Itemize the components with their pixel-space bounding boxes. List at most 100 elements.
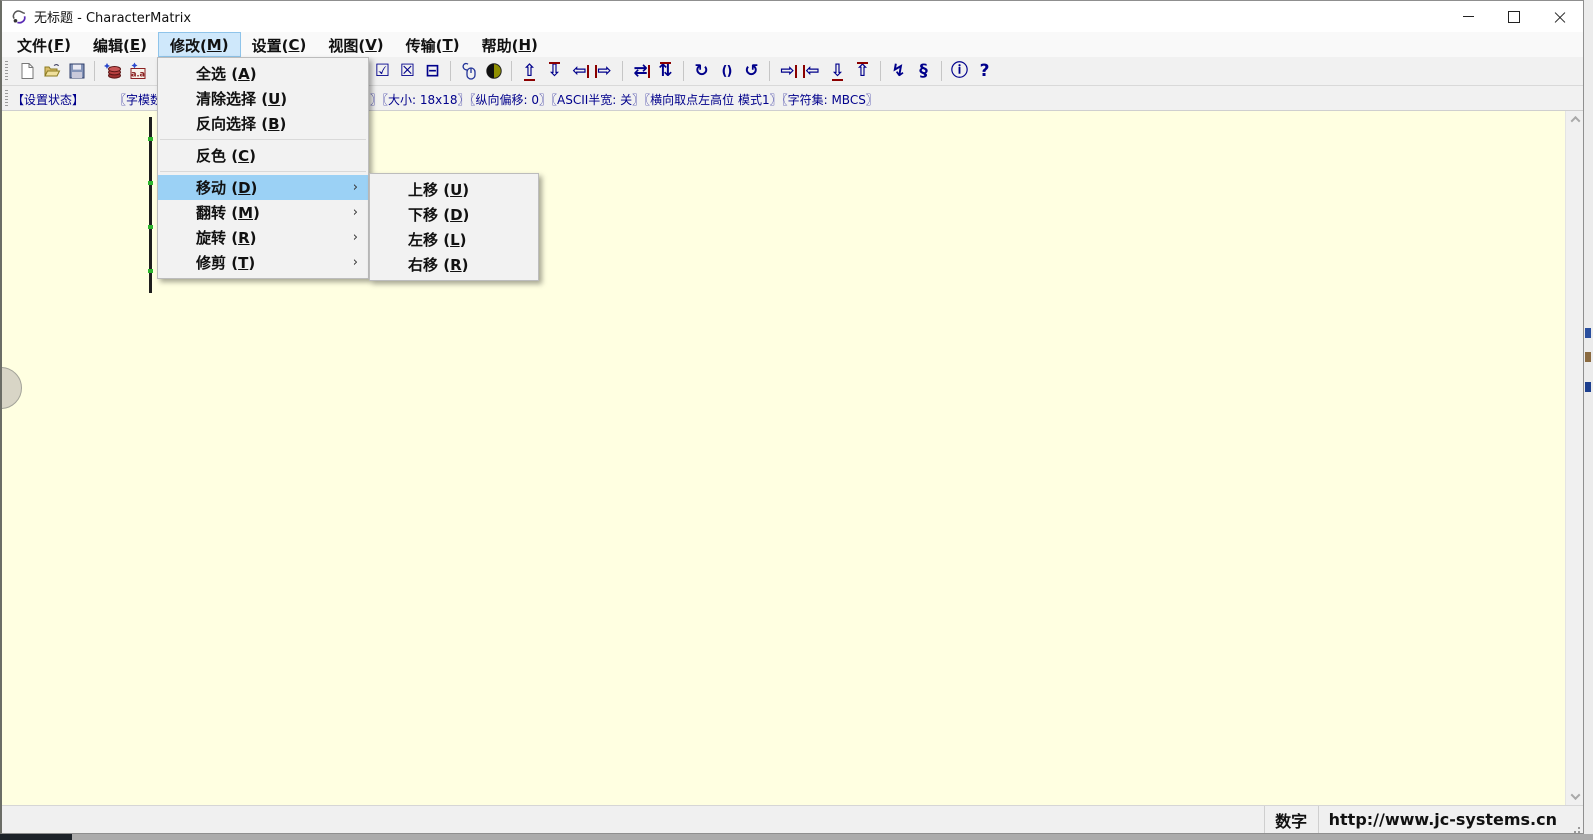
title-bar: 无标题 - CharacterMatrix — [2, 1, 1583, 32]
select-all-icon[interactable]: ☑ — [370, 60, 395, 83]
new-file-icon[interactable] — [14, 60, 39, 83]
toolbar-separator — [880, 61, 881, 81]
help-icon[interactable]: ? — [972, 60, 997, 83]
toolbar-right-cluster: ☑ ☒ ⊟ ⇧ ⇩ ⇦ ⇨ ⇄ ⇅ ↻ () ↺ ⇨ ⇦ ⇩ ⇧ ↯ § ⓘ? — [370, 59, 997, 83]
toolbar-separator — [94, 61, 95, 81]
menu-item-5[interactable]: 翻转 (M) › — [158, 200, 368, 225]
move-down-icon[interactable]: ⇩ — [542, 60, 567, 83]
select-all-icon-glyph: ☑ — [374, 60, 391, 81]
settings-segments: 〗〖大小: 18x18〗〖纵向偏移: 0〗〖ASCII半宽: 关〗〖横向取点左高… — [370, 93, 878, 107]
maximize-icon[interactable] — [1491, 2, 1537, 32]
submenu-arrow-icon: › — [352, 255, 358, 270]
invert-color-icon[interactable] — [481, 60, 506, 83]
transmit-icon[interactable]: ↯ — [886, 60, 911, 83]
move-submenu-popup: 上移 (U) 下移 (D) 左移 (L) 右移 (R) — [369, 173, 539, 281]
window-title: 无标题 - CharacterMatrix — [34, 11, 192, 26]
clear-selection-icon[interactable]: ☒ — [395, 60, 420, 83]
invert-selection-icon[interactable]: ⊟ — [420, 60, 445, 83]
toolbar-left-cluster: a.a+ — [14, 59, 175, 83]
menubar-item-4[interactable]: 视图(V) — [317, 32, 394, 57]
app-window: 无标题 - CharacterMatrix 文件(F) 编辑(E) 修改(M) 设置(… — [0, 0, 1584, 834]
rotate-cw-icon[interactable]: ↻ — [689, 60, 714, 83]
new-charset-icon[interactable] — [100, 60, 125, 83]
invert-selection-icon-glyph: ⊟ — [425, 60, 440, 81]
glyph-grid-edge — [148, 117, 153, 293]
infobar-grip[interactable] — [5, 90, 8, 106]
add-char-icon[interactable]: a.a — [125, 60, 150, 83]
menubar-item-6[interactable]: 帮助(H) — [471, 32, 549, 57]
menubar-item-5[interactable]: 传输(T) — [395, 32, 471, 57]
submenu-item-1[interactable]: 下移 (D) — [370, 202, 538, 227]
mouse-pick-icon[interactable] — [456, 60, 481, 83]
submenu-item-2[interactable]: 左移 (L) — [370, 227, 538, 252]
status-bar: 数字 http://www.jc-systems.cn — [2, 805, 1583, 833]
background-speck — [1585, 382, 1591, 392]
scroll-up-icon[interactable] — [1566, 111, 1583, 128]
menu-item-6[interactable]: 旋转 (R) › — [158, 225, 368, 250]
side-panel-handle[interactable] — [2, 367, 22, 409]
red-accent — [832, 78, 843, 81]
menubar-item-0[interactable]: 文件(F) — [6, 32, 82, 57]
flip-horizontal-icon[interactable]: ⇄ — [628, 60, 653, 83]
toolbar-grip[interactable] — [5, 61, 8, 81]
rotate-180-icon[interactable]: () — [714, 60, 739, 83]
menu-item-7[interactable]: 修剪 (T) › — [158, 250, 368, 275]
menubar-item-2[interactable]: 修改(M) — [157, 32, 241, 57]
flip-vertical-icon-glyph: ⇅ — [658, 60, 673, 81]
toolbar-separator — [941, 61, 942, 81]
menu-separator — [160, 171, 366, 172]
submenu-item-3[interactable]: 右移 (R) — [370, 252, 538, 277]
background-speck — [1585, 328, 1591, 338]
toolbar-separator — [450, 61, 451, 81]
menu-bar: 文件(F) 编辑(E) 修改(M) 设置(C) 视图(V) 传输(T) 帮助(H) — [2, 32, 1583, 57]
menubar-item-3[interactable]: 设置(C) — [241, 32, 318, 57]
menu-item-3[interactable]: 反色 (C) — [158, 143, 368, 168]
statusbar-digit-pane: 数字 — [1263, 806, 1318, 833]
transmit-icon-glyph: ↯ — [891, 60, 906, 81]
flip-vertical-icon[interactable]: ⇅ — [653, 60, 678, 83]
move-right-icon[interactable]: ⇨ — [592, 60, 617, 83]
trim-right-icon[interactable]: ⇨ — [775, 60, 800, 83]
red-accent — [648, 64, 650, 78]
resize-grip-icon[interactable] — [1567, 806, 1583, 833]
submenu-arrow-icon: › — [352, 180, 358, 195]
vertical-scrollbar[interactable] — [1565, 111, 1583, 805]
trim-top-icon[interactable]: ⇧ — [850, 60, 875, 83]
submenu-item-0[interactable]: 上移 (U) — [370, 177, 538, 202]
menu-item-1[interactable]: 清除选择 (U) — [158, 86, 368, 111]
settings-status-label: 【设置状态】 — [12, 93, 85, 107]
about-icon[interactable]: ⓘ — [947, 60, 972, 83]
rotate-ccw-icon-glyph: ↺ — [744, 60, 759, 81]
toolbar-separator — [683, 61, 684, 81]
flip-horizontal-icon-glyph: ⇄ — [633, 60, 648, 81]
clear-selection-icon-glyph: ☒ — [399, 60, 416, 81]
trim-bottom-icon-glyph: ⇩ — [830, 60, 845, 81]
scroll-down-icon[interactable] — [1566, 788, 1583, 805]
background-speck — [1585, 352, 1591, 362]
menu-item-4[interactable]: 移动 (D) › — [158, 175, 368, 200]
red-accent — [524, 78, 535, 81]
move-up-icon[interactable]: ⇧ — [517, 60, 542, 83]
open-file-icon[interactable] — [39, 60, 64, 83]
save-file-icon[interactable] — [64, 60, 89, 83]
red-accent — [857, 61, 868, 64]
toolbar-separator — [769, 61, 770, 81]
serial-icon[interactable]: § — [911, 60, 936, 83]
trim-bottom-icon[interactable]: ⇩ — [825, 60, 850, 83]
move-left-icon[interactable]: ⇦ — [567, 60, 592, 83]
minimize-icon[interactable] — [1445, 2, 1491, 32]
rotate-cw-icon-glyph: ↻ — [694, 60, 709, 81]
menu-item-2[interactable]: 反向选择 (B) — [158, 111, 368, 136]
red-accent — [803, 64, 805, 78]
menu-item-0[interactable]: 全选 (A) — [158, 61, 368, 86]
settings-partial-segment: 〖字模数 — [114, 93, 163, 107]
menu-separator — [160, 139, 366, 140]
trim-top-icon-glyph: ⇧ — [855, 60, 870, 81]
move-up-icon-glyph: ⇧ — [522, 60, 537, 81]
trim-left-icon[interactable]: ⇦ — [800, 60, 825, 83]
close-icon[interactable] — [1537, 2, 1583, 32]
red-accent — [660, 61, 671, 64]
menubar-item-1[interactable]: 编辑(E) — [82, 32, 158, 57]
rotate-ccw-icon[interactable]: ↺ — [739, 60, 764, 83]
svg-text:a.a: a.a — [131, 70, 145, 79]
